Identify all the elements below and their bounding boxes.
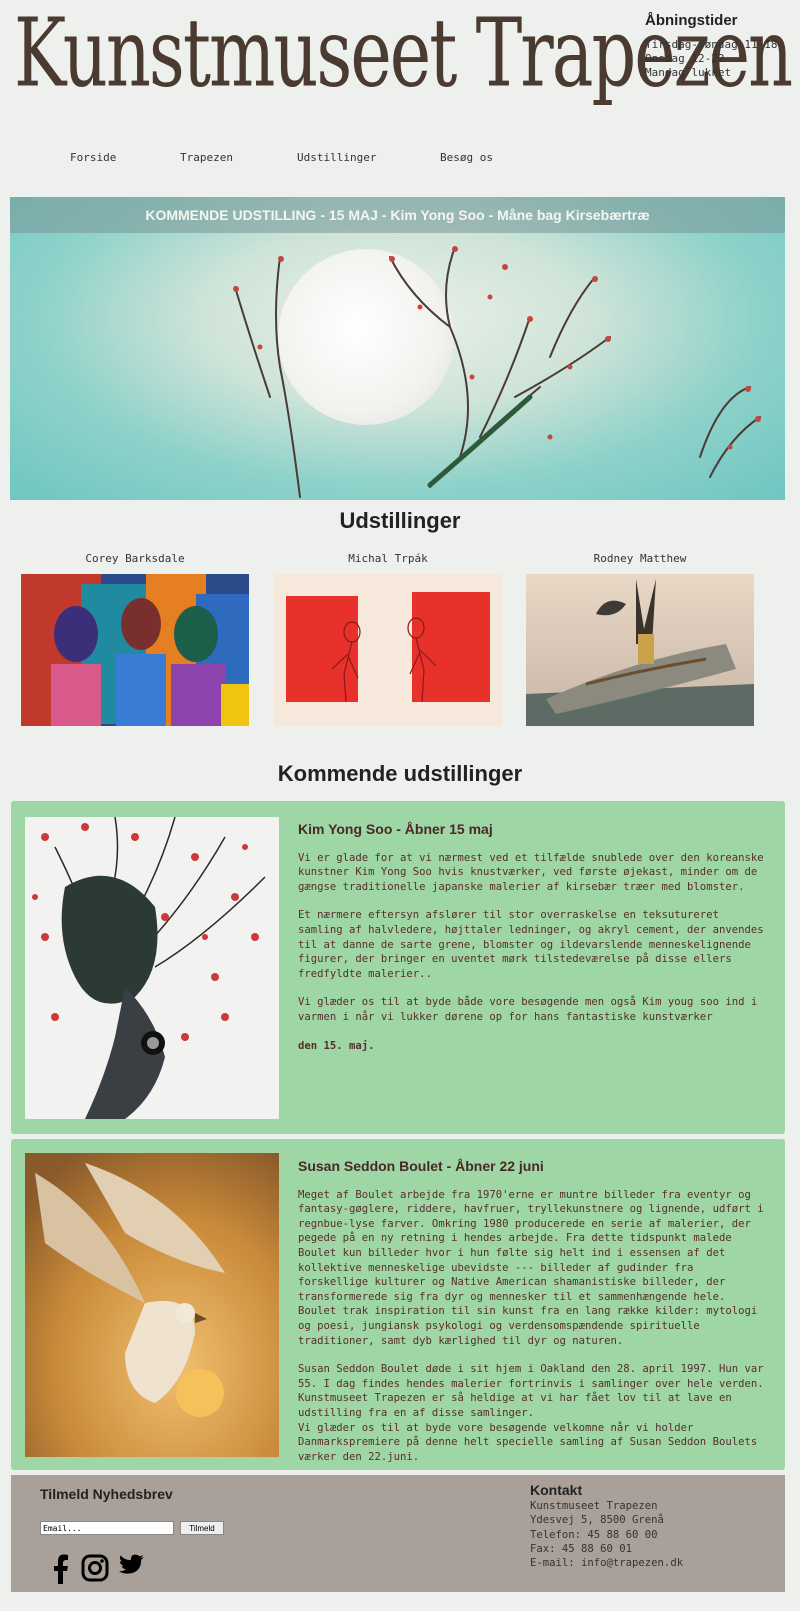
exhibition-item[interactable]: Michal Trpák [274,552,502,726]
hero-blossom-branches [233,246,761,498]
social-links [49,1554,145,1588]
newsletter-subscribe-button[interactable]: Tilmeld [180,1521,224,1535]
exhibition-artist: Rodney Matthew [593,552,687,565]
nav-item-forside[interactable]: Forside [70,151,180,164]
exhibition-item[interactable]: Rodney Matthew [526,552,754,726]
card-paragraph: Susan Seddon Boulet døde i sit hjem i Oa… [298,1363,764,1463]
opening-hours: Åbningstider Tirsdag-søndag 11-18 Onsdag… [645,12,778,80]
hours-line: Mandag lukket [645,66,732,79]
twitter-icon[interactable] [119,1554,145,1588]
newsletter-email-input[interactable] [40,1521,174,1535]
instagram-icon[interactable] [81,1554,109,1588]
card-image-kim-yong-soo[interactable] [25,817,279,1119]
main-nav: Forside Trapezen Udstillinger Besøg os [70,151,520,164]
card-paragraph: Et nærmere eftersyn afslører til stor ov… [298,909,764,980]
exhibition-artist: Michal Trpák [348,552,428,565]
exhibition-image-barksdale[interactable] [21,574,249,726]
opening-hours-title: Åbningstider [645,12,738,29]
exhibition-image-trpak[interactable] [274,574,502,726]
upcoming-title: Kommende udstillinger [277,761,523,786]
card-image-susan-seddon-boulet[interactable] [25,1153,279,1457]
card-paragraph: Vi glæder os til at byde både vore besøg… [298,996,758,1023]
contact-title: Kontakt [530,1482,583,1498]
upcoming-card: Kim Yong Soo - Åbner 15 maj Vi er glade … [11,801,785,1134]
hours-line: Tirsdag-søndag 11-18 [645,38,778,51]
hero-caption-bar: KOMMENDE UDSTILLING - 15 MAJ - Kim Yong … [10,197,785,233]
contact-line: Kunstmuseet Trapezen [530,1500,658,1513]
exhibition-artist: Corey Barksdale [85,552,185,565]
exhibition-image-matthew[interactable] [526,574,754,726]
contact-line: Ydesvej 5, 8500 Grenå [530,1514,664,1527]
hours-line: Onsdag 12-22 [645,52,725,65]
card-heading: Kim Yong Soo - Åbner 15 maj [298,821,493,837]
card-paragraph: den 15. maj. [298,1039,375,1052]
contact-line: Telefon: 45 88 60 00 [530,1528,658,1541]
contact-line: Fax: 45 88 60 01 [530,1542,633,1555]
facebook-icon[interactable] [49,1554,71,1588]
contact-email-link[interactable]: E-mail: info@trapezen.dk [530,1556,683,1570]
newsletter-title: Tilmeld Nyhedsbrev [40,1486,173,1502]
nav-item-trapezen[interactable]: Trapezen [180,151,297,164]
card-paragraph: Meget af Boulet arbejde fra 1970'erne er… [298,1188,764,1347]
nav-item-besog-os[interactable]: Besøg os [440,151,520,164]
contact-block: Kontakt Kunstmuseet Trapezen Ydesvej 5, … [530,1483,683,1570]
card-paragraph: Vi er glade for at vi nærmest ved et til… [298,851,764,893]
exhibitions-title: Udstillinger [339,508,461,533]
nav-item-udstillinger[interactable]: Udstillinger [297,151,440,164]
hero-banner[interactable]: KOMMENDE UDSTILLING - 15 MAJ - Kim Yong … [10,197,785,500]
card-text: Kim Yong Soo - Åbner 15 maj Vi er glade … [298,822,768,1067]
card-text: Susan Seddon Boulet - Åbner 22 juni Mege… [298,1159,768,1478]
newsletter-form: Tilmeld [40,1521,224,1535]
exhibition-item[interactable]: Corey Barksdale [21,552,249,726]
footer: Tilmeld Nyhedsbrev Tilmeld Kontakt Kunst… [11,1475,785,1592]
card-heading: Susan Seddon Boulet - Åbner 22 juni [298,1158,544,1174]
upcoming-card: Susan Seddon Boulet - Åbner 22 juni Mege… [11,1139,785,1470]
hero-caption: KOMMENDE UDSTILLING - 15 MAJ - Kim Yong … [145,207,650,223]
